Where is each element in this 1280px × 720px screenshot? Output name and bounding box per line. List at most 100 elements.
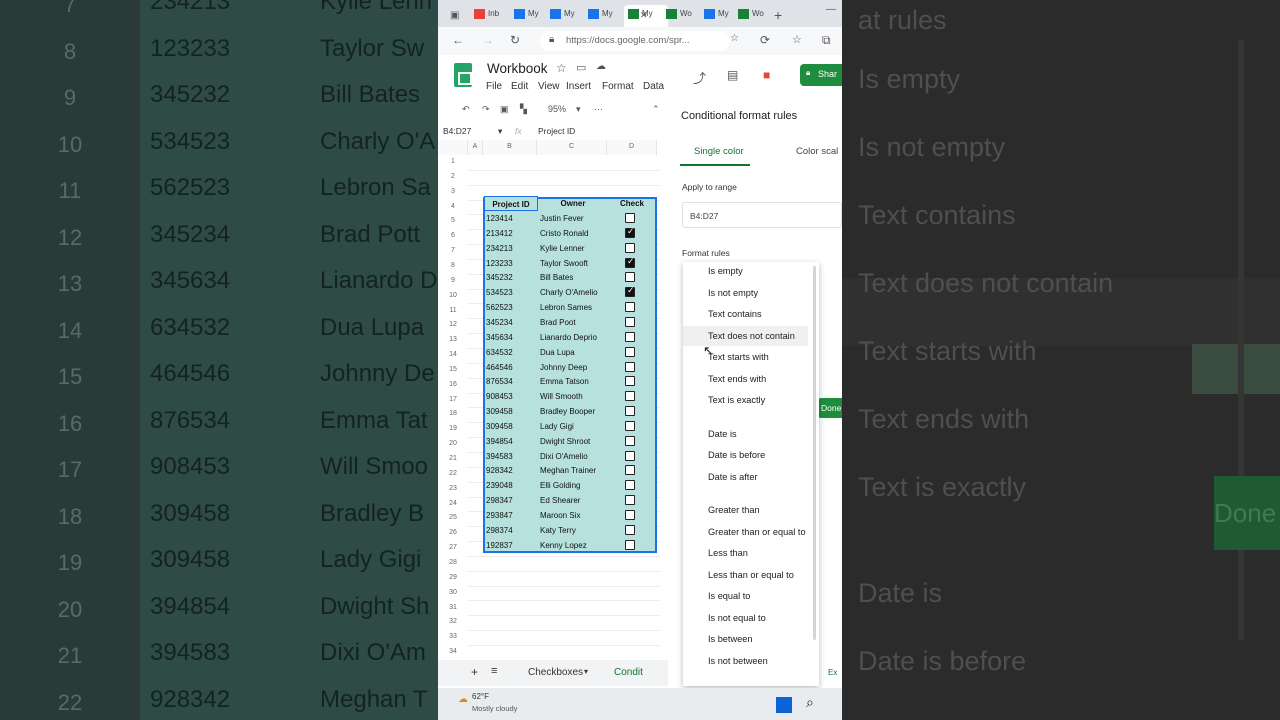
row-header[interactable]: 34 bbox=[438, 645, 468, 660]
tab-actions-icon[interactable]: ▣ bbox=[450, 10, 459, 21]
menu-format[interactable]: Format bbox=[602, 81, 634, 92]
project-id-cell[interactable]: 298347 bbox=[486, 496, 513, 505]
dropdown-item[interactable]: Is not between bbox=[708, 656, 768, 666]
corner-cell[interactable] bbox=[438, 140, 468, 155]
dropdown-scrollbar[interactable] bbox=[813, 266, 816, 640]
browser-tab[interactable]: Wo bbox=[738, 9, 764, 25]
tab-single-color[interactable]: Single color bbox=[694, 146, 744, 157]
checkbox[interactable] bbox=[625, 450, 635, 461]
owner-cell[interactable]: Dwight Shroot bbox=[540, 437, 590, 446]
move-folder-icon[interactable]: ▭ bbox=[576, 61, 586, 74]
owner-cell[interactable]: Lebron Sames bbox=[540, 303, 592, 312]
owner-cell[interactable]: Charly O'Amelio bbox=[540, 288, 598, 297]
row-header[interactable]: 6 bbox=[438, 229, 468, 244]
owner-cell[interactable]: Elli Golding bbox=[540, 481, 580, 490]
owner-cell[interactable]: Maroon Six bbox=[540, 511, 580, 520]
range-input[interactable]: B4:D27 bbox=[682, 202, 842, 228]
dropdown-item[interactable]: Text does not contain bbox=[708, 331, 795, 341]
owner-cell[interactable]: Will Smooth bbox=[540, 392, 583, 401]
collapse-icon[interactable]: ⌃ bbox=[652, 104, 660, 115]
owner-cell[interactable]: Bill Bates bbox=[540, 273, 573, 282]
checkbox[interactable] bbox=[625, 242, 635, 253]
collections-icon[interactable]: ⧉ bbox=[822, 33, 831, 48]
project-id-cell[interactable]: 345234 bbox=[486, 318, 513, 327]
row-header[interactable]: 29 bbox=[438, 571, 468, 586]
row-header[interactable]: 17 bbox=[438, 393, 468, 408]
paint-format-icon[interactable]: ▚ bbox=[520, 104, 527, 115]
browser-tab[interactable]: My bbox=[550, 9, 575, 25]
row-header[interactable]: 10 bbox=[438, 289, 468, 304]
row-header[interactable]: 22 bbox=[438, 467, 468, 482]
dropdown-item[interactable]: Is empty bbox=[708, 266, 743, 276]
project-id-cell[interactable]: 309458 bbox=[486, 407, 513, 416]
sheet-tab-conditional[interactable]: Condit bbox=[614, 667, 643, 678]
row-header[interactable]: 4 bbox=[438, 200, 468, 215]
menu-insert[interactable]: Insert bbox=[566, 81, 591, 92]
project-id-cell[interactable]: 239048 bbox=[486, 481, 513, 490]
browser-tab[interactable]: Inb bbox=[474, 9, 499, 25]
row-header[interactable]: 9 bbox=[438, 274, 468, 289]
column-header-b[interactable]: B bbox=[483, 140, 537, 155]
project-id-cell[interactable]: 928342 bbox=[486, 466, 513, 475]
menu-view[interactable]: View bbox=[538, 81, 560, 92]
row-header[interactable]: 16 bbox=[438, 378, 468, 393]
column-header-c[interactable]: C bbox=[537, 140, 607, 155]
row-header[interactable]: 33 bbox=[438, 630, 468, 645]
menu-file[interactable]: File bbox=[486, 81, 502, 92]
row-header[interactable]: 13 bbox=[438, 333, 468, 348]
dropdown-item[interactable]: Date is bbox=[708, 429, 737, 439]
sheet-tab-checkboxes[interactable]: Checkboxes bbox=[528, 667, 583, 678]
menu-data[interactable]: Data bbox=[643, 81, 664, 92]
chevron-down-icon[interactable]: ▾ bbox=[498, 126, 502, 137]
browser-tab[interactable]: My bbox=[514, 9, 539, 25]
owner-cell[interactable]: Johnny Deep bbox=[540, 363, 587, 372]
owner-cell[interactable]: Meghan Trainer bbox=[540, 466, 596, 475]
checkbox[interactable] bbox=[625, 524, 635, 535]
checkbox[interactable] bbox=[625, 226, 635, 238]
dropdown-item[interactable]: Greater than bbox=[708, 505, 760, 515]
row-header[interactable]: 23 bbox=[438, 482, 468, 497]
row-header[interactable]: 18 bbox=[438, 407, 468, 422]
favorites-icon[interactable]: ☆ bbox=[792, 33, 802, 46]
redo-icon[interactable]: ↷ bbox=[482, 104, 490, 115]
project-id-cell[interactable]: 213412 bbox=[486, 229, 513, 238]
row-header[interactable]: 28 bbox=[438, 556, 468, 571]
row-header[interactable]: 3 bbox=[438, 185, 468, 200]
header-check[interactable]: Check bbox=[608, 196, 656, 211]
owner-cell[interactable]: Lady Gigi bbox=[540, 422, 574, 431]
row-header[interactable]: 14 bbox=[438, 348, 468, 363]
dropdown-item[interactable]: Is between bbox=[708, 634, 752, 644]
project-id-cell[interactable]: 192837 bbox=[486, 541, 513, 550]
sheets-logo-icon[interactable] bbox=[454, 63, 472, 87]
project-id-cell[interactable]: 394583 bbox=[486, 452, 513, 461]
row-header[interactable]: 8 bbox=[438, 259, 468, 274]
done-button[interactable]: Done bbox=[818, 398, 842, 418]
owner-cell[interactable]: Cristo Ronald bbox=[540, 229, 588, 238]
checkbox[interactable] bbox=[625, 495, 635, 506]
url-field[interactable]: 🔒︎ https://docs.google.com/spr... bbox=[540, 31, 730, 51]
dropdown-item[interactable]: Date is after bbox=[708, 472, 758, 482]
name-box[interactable]: B4:D27 bbox=[443, 126, 471, 136]
print-icon[interactable]: ▣ bbox=[500, 104, 509, 115]
tab-color-scale[interactable]: Color scal bbox=[796, 146, 838, 157]
owner-cell[interactable]: Brad Poot bbox=[540, 318, 576, 327]
share-button[interactable]: 🔒︎ Shar bbox=[800, 64, 842, 86]
project-id-cell[interactable]: 345232 bbox=[486, 273, 513, 282]
project-id-cell[interactable]: 293847 bbox=[486, 511, 513, 520]
dropdown-item[interactable]: Greater than or equal to bbox=[708, 527, 806, 537]
owner-cell[interactable]: Kenny Lopez bbox=[540, 541, 587, 550]
dropdown-item[interactable]: Less than bbox=[708, 548, 748, 558]
owner-cell[interactable]: Kylie Lenner bbox=[540, 244, 584, 253]
dropdown-item[interactable]: Text is exactly bbox=[708, 395, 765, 405]
project-id-cell[interactable]: 234213 bbox=[486, 244, 513, 253]
checkbox[interactable] bbox=[625, 465, 635, 476]
dropdown-item[interactable]: Date is before bbox=[708, 450, 765, 460]
new-tab-icon[interactable]: + bbox=[774, 7, 782, 23]
dropdown-item[interactable]: Is equal to bbox=[708, 591, 750, 601]
document-title[interactable]: Workbook bbox=[487, 61, 548, 76]
column-header-d[interactable]: D bbox=[607, 140, 657, 155]
owner-cell[interactable]: Justin Fever bbox=[540, 214, 584, 223]
row-header[interactable]: 5 bbox=[438, 214, 468, 229]
explore-button[interactable]: Ex bbox=[828, 668, 837, 677]
project-id-cell[interactable]: 908453 bbox=[486, 392, 513, 401]
